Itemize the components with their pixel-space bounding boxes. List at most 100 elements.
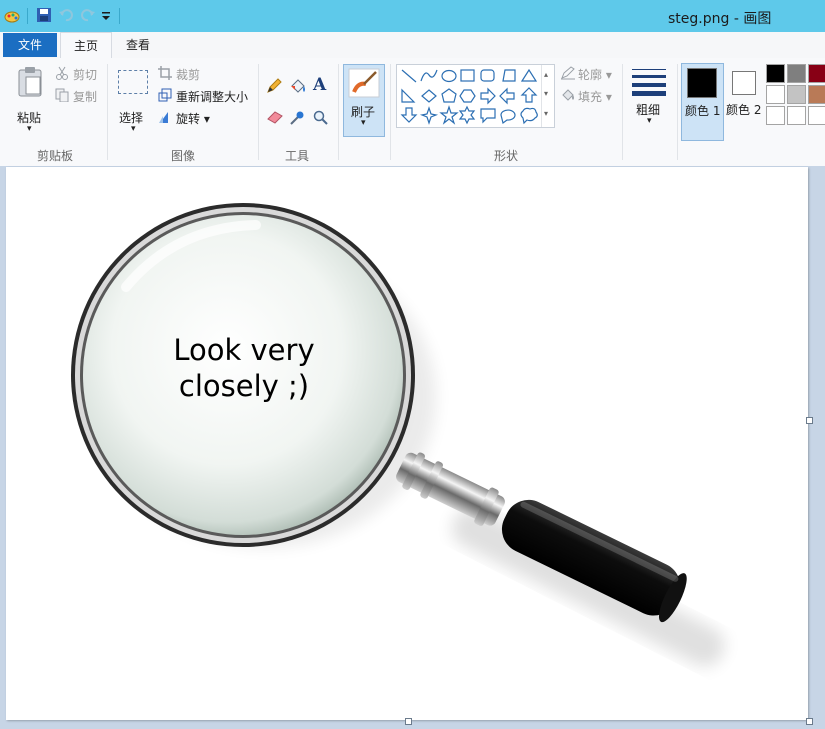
- palette-swatch[interactable]: [766, 64, 785, 83]
- palette-swatch[interactable]: [808, 85, 825, 104]
- magnifier-icon[interactable]: [313, 110, 329, 126]
- hexagon-shape-icon: [459, 89, 476, 103]
- line-shape-icon: [401, 69, 417, 83]
- customize-quick-access-icon[interactable]: [100, 7, 112, 25]
- redo-icon[interactable]: [80, 7, 96, 25]
- shapes-gallery-scrollbar[interactable]: ▴ ▾ ▾: [541, 65, 554, 127]
- text-tool-icon[interactable]: A: [313, 75, 326, 95]
- select-dropdown-icon: ▾: [131, 124, 136, 134]
- magnifying-glass-image: Look very closely ;): [71, 203, 725, 667]
- right-arrow-shape-icon: [480, 87, 496, 105]
- outline-label: 轮廓: [578, 68, 603, 82]
- palette-swatch[interactable]: [808, 64, 825, 83]
- rounded-rectangle-shape-icon: [480, 69, 495, 82]
- up-arrow-shape-icon: [520, 87, 538, 103]
- right-triangle-shape-icon: [401, 88, 416, 103]
- paste-button[interactable]: 粘贴 ▾: [10, 64, 50, 134]
- palette-swatch[interactable]: [766, 85, 785, 104]
- ribbon-tab-bar: 文件 主页 查看: [0, 32, 825, 59]
- outline-button[interactable]: 轮廓 ▾: [578, 66, 612, 83]
- drawing-canvas[interactable]: Look very closely ;): [6, 167, 808, 720]
- canvas-resize-handle-right[interactable]: [806, 417, 813, 424]
- rectangle-callout-shape-icon: [480, 108, 496, 124]
- paint-app-icon[interactable]: [3, 7, 21, 25]
- canvas-text-line-2: closely ;): [179, 369, 309, 403]
- palette-swatch[interactable]: [787, 85, 806, 104]
- oval-shape-icon: [441, 69, 457, 83]
- gallery-expand-icon[interactable]: ▾: [544, 109, 548, 118]
- copy-icon: [55, 88, 69, 102]
- rotate-label: 旋转: [176, 112, 201, 126]
- size-line-thin: [632, 69, 666, 70]
- color1-button[interactable]: 颜色 1: [681, 63, 724, 141]
- canvas-resize-handle-corner[interactable]: [806, 718, 813, 725]
- polygon-shape-icon: [502, 69, 516, 82]
- brush-dropdown-icon: ▾: [361, 118, 366, 128]
- tab-home[interactable]: 主页: [60, 32, 112, 59]
- group-separator: [622, 64, 623, 160]
- palette-swatch[interactable]: [766, 106, 785, 125]
- window-title: steg.png - 画图: [668, 11, 772, 27]
- rotate-button[interactable]: 旋转 ▾: [176, 110, 210, 127]
- diamond-shape-icon: [421, 89, 437, 103]
- group-separator: [390, 64, 391, 160]
- clipboard-group-label: 剪贴板: [36, 149, 73, 163]
- shapes-group-label: 形状: [493, 149, 518, 163]
- palette-swatch[interactable]: [808, 106, 825, 125]
- color1-swatch: [687, 68, 717, 98]
- size-line-medium: [632, 75, 666, 78]
- group-separator: [338, 64, 339, 160]
- copy-button[interactable]: 复制: [73, 88, 97, 105]
- tab-view[interactable]: 查看: [114, 32, 162, 58]
- outline-icon: [561, 66, 575, 80]
- pentagon-shape-icon: [441, 88, 457, 103]
- brushes-button[interactable]: 刷子 ▾: [343, 64, 385, 137]
- color2-swatch: [732, 71, 756, 95]
- fill-bucket-icon[interactable]: [289, 78, 307, 94]
- scroll-up-icon[interactable]: ▴: [544, 70, 548, 79]
- group-separator: [258, 64, 259, 160]
- size-button[interactable]: 粗细 ▾: [628, 64, 672, 136]
- size-line-thick: [632, 83, 666, 87]
- fill-button[interactable]: 填充 ▾: [578, 88, 612, 105]
- six-point-star-shape-icon: [458, 105, 476, 125]
- shapes-gallery: ▴ ▾ ▾: [396, 64, 555, 128]
- size-dropdown-icon: ▾: [647, 116, 652, 126]
- triangle-shape-icon: [520, 68, 538, 82]
- pencil-icon[interactable]: [266, 78, 282, 94]
- color1-label: 颜色 1: [685, 104, 721, 118]
- oval-callout-shape-icon: [500, 109, 516, 125]
- cloud-callout-shape-icon: [520, 107, 538, 125]
- image-group-label: 图像: [170, 149, 195, 163]
- down-arrow-shape-icon: [400, 107, 418, 123]
- select-button[interactable]: 选择 ▾: [114, 64, 154, 136]
- brush-icon: [348, 68, 380, 98]
- canvas-text-line-1: Look very: [173, 333, 314, 367]
- scroll-down-icon[interactable]: ▾: [544, 89, 548, 98]
- eraser-icon[interactable]: [266, 110, 284, 124]
- fill-label: 填充: [578, 90, 603, 104]
- tab-file[interactable]: 文件: [3, 33, 57, 57]
- palette-swatch[interactable]: [787, 64, 806, 83]
- crop-button[interactable]: 裁剪: [176, 66, 200, 83]
- save-icon[interactable]: [36, 7, 52, 25]
- cut-button[interactable]: 剪切: [73, 66, 97, 83]
- rotate-icon: [159, 112, 168, 123]
- size-line-thickest: [632, 91, 666, 96]
- fill-icon: [562, 89, 574, 101]
- resize-icon: [158, 88, 172, 102]
- left-arrow-shape-icon: [499, 87, 515, 105]
- ribbon: 粘贴 ▾ 剪切 复制 剪贴板 选择 ▾ 裁剪 重新调整大小 旋转 ▾ 图像 A: [0, 58, 825, 167]
- five-point-star-shape-icon: [439, 105, 459, 125]
- crop-icon: [158, 66, 172, 80]
- canvas-resize-handle-bottom[interactable]: [405, 718, 412, 725]
- palette-swatch[interactable]: [787, 106, 806, 125]
- color-picker-icon[interactable]: [289, 110, 305, 126]
- paste-dropdown-icon: ▾: [27, 124, 32, 134]
- title-bar: steg.png - 画图: [0, 0, 825, 32]
- resize-button[interactable]: 重新调整大小: [176, 88, 248, 105]
- color2-button[interactable]: 颜色 2: [724, 63, 764, 139]
- group-separator: [677, 64, 678, 160]
- curve-shape-icon: [420, 69, 438, 82]
- undo-icon[interactable]: [58, 7, 74, 25]
